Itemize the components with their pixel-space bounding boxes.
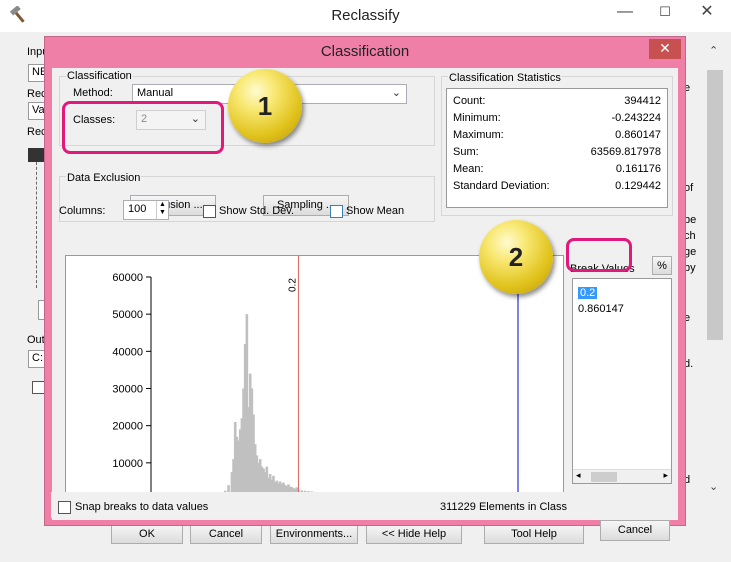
y-tick-label: 50000 <box>112 309 143 321</box>
stat-minimum: Minimum: -0.243224 <box>453 112 661 124</box>
break-line-label: 0.2 <box>287 278 298 292</box>
histogram-panel[interactable]: 6000050000400003000020000100000-0.243224… <box>65 255 564 518</box>
stat-value: 0.860147 <box>615 129 661 141</box>
ok-button[interactable]: OK <box>111 524 183 544</box>
maximize-button[interactable]: ☐ <box>645 0 685 26</box>
stat-value: 0.161176 <box>615 163 661 175</box>
stat-mean: Mean: 0.161176 <box>453 163 661 175</box>
stat-value: 63569.817978 <box>590 146 661 158</box>
columns-label: Columns: <box>59 205 106 217</box>
elements-in-class-label: 311229 Elements in Class <box>440 501 567 513</box>
show-std-dev-checkbox[interactable] <box>203 205 216 218</box>
annotation-marker-1: 1 <box>228 69 302 143</box>
snap-breaks-checkbox[interactable] <box>58 501 71 514</box>
reclassify-titlebar: Reclassify — ☐ ✕ <box>0 0 731 32</box>
scroll-up-icon[interactable]: ⌃ <box>709 44 718 57</box>
scroll-left-icon[interactable]: ◂ <box>576 470 581 481</box>
close-window-button[interactable]: ✕ <box>687 0 727 26</box>
break-value-item[interactable]: 0.2 <box>578 287 598 299</box>
dialog-close-button[interactable]: ✕ <box>649 39 681 59</box>
annotation-highlight-classes <box>62 101 224 154</box>
scrollbar-thumb[interactable] <box>707 70 723 340</box>
break-values-hscrollbar[interactable]: ◂ ▸ <box>573 469 671 483</box>
y-tick-label: 40000 <box>112 346 143 358</box>
annotation-highlight-break-value <box>566 238 632 272</box>
stat-label: Minimum: <box>453 112 501 124</box>
method-label: Method: <box>73 87 113 99</box>
stat-count: Count: 394412 <box>453 95 661 107</box>
y-tick-label: 60000 <box>112 272 143 284</box>
output-raster-label: Out <box>27 334 45 346</box>
columns-value: 100 <box>128 203 147 215</box>
cancel-button[interactable]: Cancel <box>190 524 262 544</box>
scroll-down-icon[interactable]: ⌄ <box>709 480 718 493</box>
stat-label: Maximum: <box>453 129 504 141</box>
show-std-dev-label: Show Std. Dev. <box>219 205 294 217</box>
show-mean-label: Show Mean <box>346 205 405 217</box>
stat-value: 0.129442 <box>615 180 661 192</box>
stat-label: Count: <box>453 95 486 107</box>
stat-std-dev: Standard Deviation: 0.129442 <box>453 180 661 192</box>
y-tick-label: 30000 <box>112 384 143 396</box>
stat-value: 394412 <box>624 95 661 107</box>
spinner-arrows-icon[interactable]: ▲ ▼ <box>156 201 168 219</box>
dialog-title: Classification <box>320 43 410 60</box>
help-scrollbar[interactable]: ⌃ ⌄ <box>704 40 726 498</box>
statistics-group-label: Classification Statistics <box>448 72 562 84</box>
dialog-cancel-button[interactable]: Cancel <box>600 520 670 541</box>
stat-label: Sum: <box>453 146 479 158</box>
stat-label: Standard Deviation: <box>453 180 550 192</box>
method-value: Manual <box>137 87 174 99</box>
hide-help-button[interactable]: << Hide Help <box>366 524 462 544</box>
environments-button[interactable]: Environments... <box>270 524 358 544</box>
scroll-right-icon[interactable]: ▸ <box>663 470 668 481</box>
dialog-footer: Snap breaks to data values 311229 Elemen… <box>51 492 677 518</box>
y-tick-label: 10000 <box>112 458 143 470</box>
statistics-box: Count: 394412 Minimum: -0.243224 Maximum… <box>446 88 668 208</box>
table-gridline <box>36 162 37 288</box>
scrollbar-thumb[interactable] <box>591 472 617 482</box>
histogram-chart[interactable]: 6000050000400003000020000100000-0.243224… <box>66 256 564 518</box>
chevron-down-icon: ⌄ <box>391 87 401 99</box>
stat-value: -0.243224 <box>611 112 661 124</box>
tool-help-button[interactable]: Tool Help <box>484 524 584 544</box>
break-values-list[interactable]: 0.2 0.860147 ◂ ▸ <box>572 278 672 484</box>
classification-group-label: Classification <box>66 70 133 82</box>
show-mean-checkbox[interactable] <box>330 205 343 218</box>
stat-sum: Sum: 63569.817978 <box>453 146 661 158</box>
data-exclusion-label: Data Exclusion <box>66 172 142 184</box>
y-tick-label: 20000 <box>112 421 143 433</box>
break-value-item[interactable]: 0.860147 <box>578 303 624 315</box>
snap-breaks-label: Snap breaks to data values <box>75 501 209 513</box>
annotation-marker-2: 2 <box>479 220 553 294</box>
columns-spinner[interactable]: 100 ▲ ▼ <box>123 200 169 220</box>
stat-maximum: Maximum: 0.860147 <box>453 129 661 141</box>
minimize-button[interactable]: — <box>605 0 645 26</box>
stat-label: Mean: <box>453 163 484 175</box>
percent-button[interactable]: % <box>652 256 672 275</box>
